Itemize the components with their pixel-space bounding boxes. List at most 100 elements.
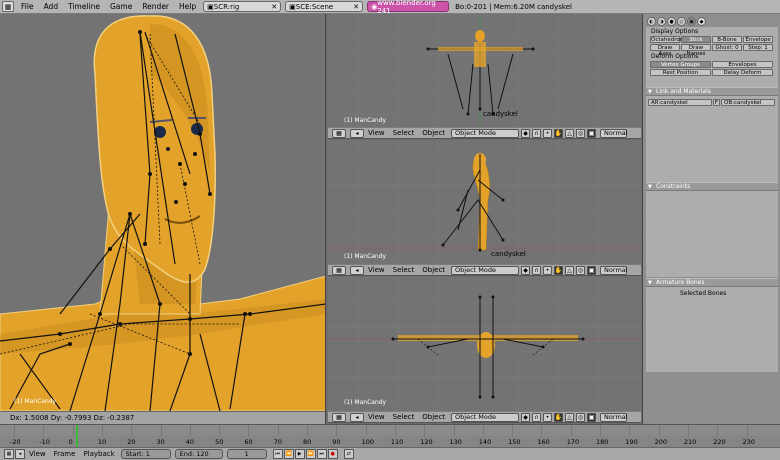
shading-icon[interactable]: ●	[667, 17, 676, 26]
stick-button[interactable]: Stick	[681, 36, 711, 43]
object-icon[interactable]: ◎	[677, 17, 686, 26]
left-3d-viewport[interactable]: (1) ManCandy Dx: 1.5008 Dy: -0.7993 Dz: …	[0, 14, 326, 424]
orientation-selector[interactable]: Normal	[600, 265, 628, 275]
rotate-icon[interactable]: ◎	[576, 412, 586, 422]
front-3d-viewport[interactable]: (1) ManCandy	[328, 277, 641, 411]
delay-deform-button[interactable]: Delay Deform	[712, 69, 773, 76]
collapse-icon[interactable]: ◂	[350, 265, 364, 275]
editing-icon[interactable]: ▣	[687, 17, 696, 26]
magnet-icon[interactable]: ∩	[532, 412, 542, 422]
draw-type-icon[interactable]: ◆	[521, 128, 531, 138]
orientation-selector[interactable]: Normal	[600, 128, 628, 138]
step-field[interactable]: Step: 1	[743, 44, 773, 51]
frame-menu[interactable]: Frame	[50, 450, 80, 458]
current-frame-field[interactable]: 1	[226, 449, 267, 459]
hand-icon[interactable]: ✋	[554, 265, 564, 275]
blender-url-link[interactable]: ◉ www.blender.org 241	[367, 0, 450, 15]
start-frame-field[interactable]: Start: 1	[120, 449, 171, 459]
vertex-groups-button[interactable]: Vertex Groups	[650, 61, 711, 68]
menu-add[interactable]: Add	[39, 0, 64, 13]
bbone-button[interactable]: B-Bone	[712, 36, 742, 43]
menu-timeline[interactable]: Timeline	[63, 0, 105, 13]
window-type-icon[interactable]: ▦	[332, 412, 346, 422]
close-icon[interactable]: ✕	[353, 3, 359, 11]
select-menu[interactable]: Select	[389, 266, 419, 274]
hand-icon[interactable]: ✋	[554, 128, 564, 138]
script-icon[interactable]: ◑	[657, 17, 666, 26]
draw-axes-button[interactable]: Draw Axes	[650, 44, 680, 57]
object-datablock-field[interactable]: OB:candyskel	[721, 99, 775, 106]
top-3d-viewport[interactable]: candyskel (1) ManCandy	[328, 14, 641, 127]
rest-position-button[interactable]: Rest Position	[650, 69, 711, 76]
scale-icon[interactable]: ▣	[587, 128, 597, 138]
jump-start-icon[interactable]: ⏮	[272, 449, 283, 459]
constraints-panel-title[interactable]: Constraints	[646, 182, 778, 191]
view-menu[interactable]: View	[364, 129, 389, 137]
close-icon[interactable]: ✕	[271, 3, 277, 11]
end-frame-field[interactable]: End: 120	[174, 449, 223, 459]
select-menu[interactable]: Select	[389, 129, 419, 137]
jump-end-icon[interactable]: ⏭	[316, 449, 327, 459]
window-type-icon[interactable]: ▦	[332, 265, 346, 275]
menu-file[interactable]: File	[16, 0, 39, 13]
triangle-icon[interactable]: △	[565, 412, 575, 422]
scene-icon[interactable]: ◆	[697, 17, 706, 26]
ghost-field[interactable]: Ghost: 0	[712, 44, 742, 51]
menu-render[interactable]: Render	[137, 0, 174, 13]
collapse-icon[interactable]: ◂	[15, 449, 25, 459]
draw-type-icon[interactable]: ◆	[521, 265, 531, 275]
sync-icon[interactable]: ⇄	[343, 449, 354, 459]
orientation-selector[interactable]: Normal	[600, 412, 628, 422]
pivot-icon[interactable]: •	[543, 128, 553, 138]
links-panel-title[interactable]: Link and Materials	[646, 87, 778, 96]
object-menu[interactable]: Object	[418, 413, 449, 421]
view-menu[interactable]: View	[25, 450, 50, 458]
side-view-render	[328, 140, 641, 264]
menu-help[interactable]: Help	[174, 0, 201, 13]
scale-icon[interactable]: ▣	[587, 265, 597, 275]
window-type-icon[interactable]: ▦	[332, 128, 346, 138]
scale-icon[interactable]: ▣	[587, 412, 597, 422]
rotate-icon[interactable]: ◎	[576, 265, 586, 275]
draw-names-button[interactable]: Draw Names	[681, 44, 711, 57]
triangle-icon[interactable]: △	[565, 128, 575, 138]
select-menu[interactable]: Select	[389, 413, 419, 421]
menu-game[interactable]: Game	[105, 0, 137, 13]
magnet-icon[interactable]: ∩	[532, 265, 542, 275]
scene-selector[interactable]: ▣ SCE:Scene ✕	[285, 1, 364, 12]
draw-type-icon[interactable]: ◆	[521, 412, 531, 422]
armature-datablock-field[interactable]: AR:candyskel	[648, 99, 712, 106]
rotate-icon[interactable]: ◎	[576, 128, 586, 138]
pivot-icon[interactable]: •	[543, 265, 553, 275]
playback-menu[interactable]: Playback	[79, 450, 118, 458]
window-type-icon[interactable]: ▦	[2, 1, 14, 12]
envelopes-button[interactable]: Envelopes	[712, 61, 773, 68]
magnet-icon[interactable]: ∩	[532, 128, 542, 138]
fake-user-button[interactable]: F	[713, 99, 720, 106]
envelope-button[interactable]: Envelope	[743, 36, 773, 43]
record-icon[interactable]: ●	[327, 449, 338, 459]
octahedron-button[interactable]: Octahedron	[650, 36, 683, 43]
mode-selector[interactable]: Object Mode	[451, 412, 520, 422]
collapse-icon[interactable]: ◂	[350, 128, 364, 138]
pivot-icon[interactable]: •	[543, 412, 553, 422]
view-menu[interactable]: View	[364, 413, 389, 421]
object-menu[interactable]: Object	[418, 129, 449, 137]
timeline-window[interactable]: -20 -10 0 10 20 30 40 50 60 70 80 90 100 110 120 130 140…	[0, 424, 780, 448]
screen-selector[interactable]: ▣ SCR:rig ✕	[203, 1, 282, 12]
prev-key-icon[interactable]: ⏪	[283, 449, 294, 459]
logic-icon[interactable]: ◐	[647, 17, 656, 26]
side-3d-viewport[interactable]: candyskel (1) ManCandy	[328, 140, 641, 264]
play-icon[interactable]: ▶	[294, 449, 305, 459]
current-frame-marker[interactable]	[76, 425, 78, 448]
mode-selector[interactable]: Object Mode	[451, 265, 520, 275]
object-menu[interactable]: Object	[418, 266, 449, 274]
window-type-icon[interactable]: ▦	[4, 449, 14, 459]
view-menu[interactable]: View	[364, 266, 389, 274]
mode-selector[interactable]: Object Mode	[451, 128, 520, 138]
collapse-icon[interactable]: ◂	[350, 412, 364, 422]
triangle-icon[interactable]: △	[565, 265, 575, 275]
armature-bones-panel-title[interactable]: Armature Bones	[646, 278, 778, 287]
next-key-icon[interactable]: ⏩	[305, 449, 316, 459]
hand-icon[interactable]: ✋	[554, 412, 564, 422]
